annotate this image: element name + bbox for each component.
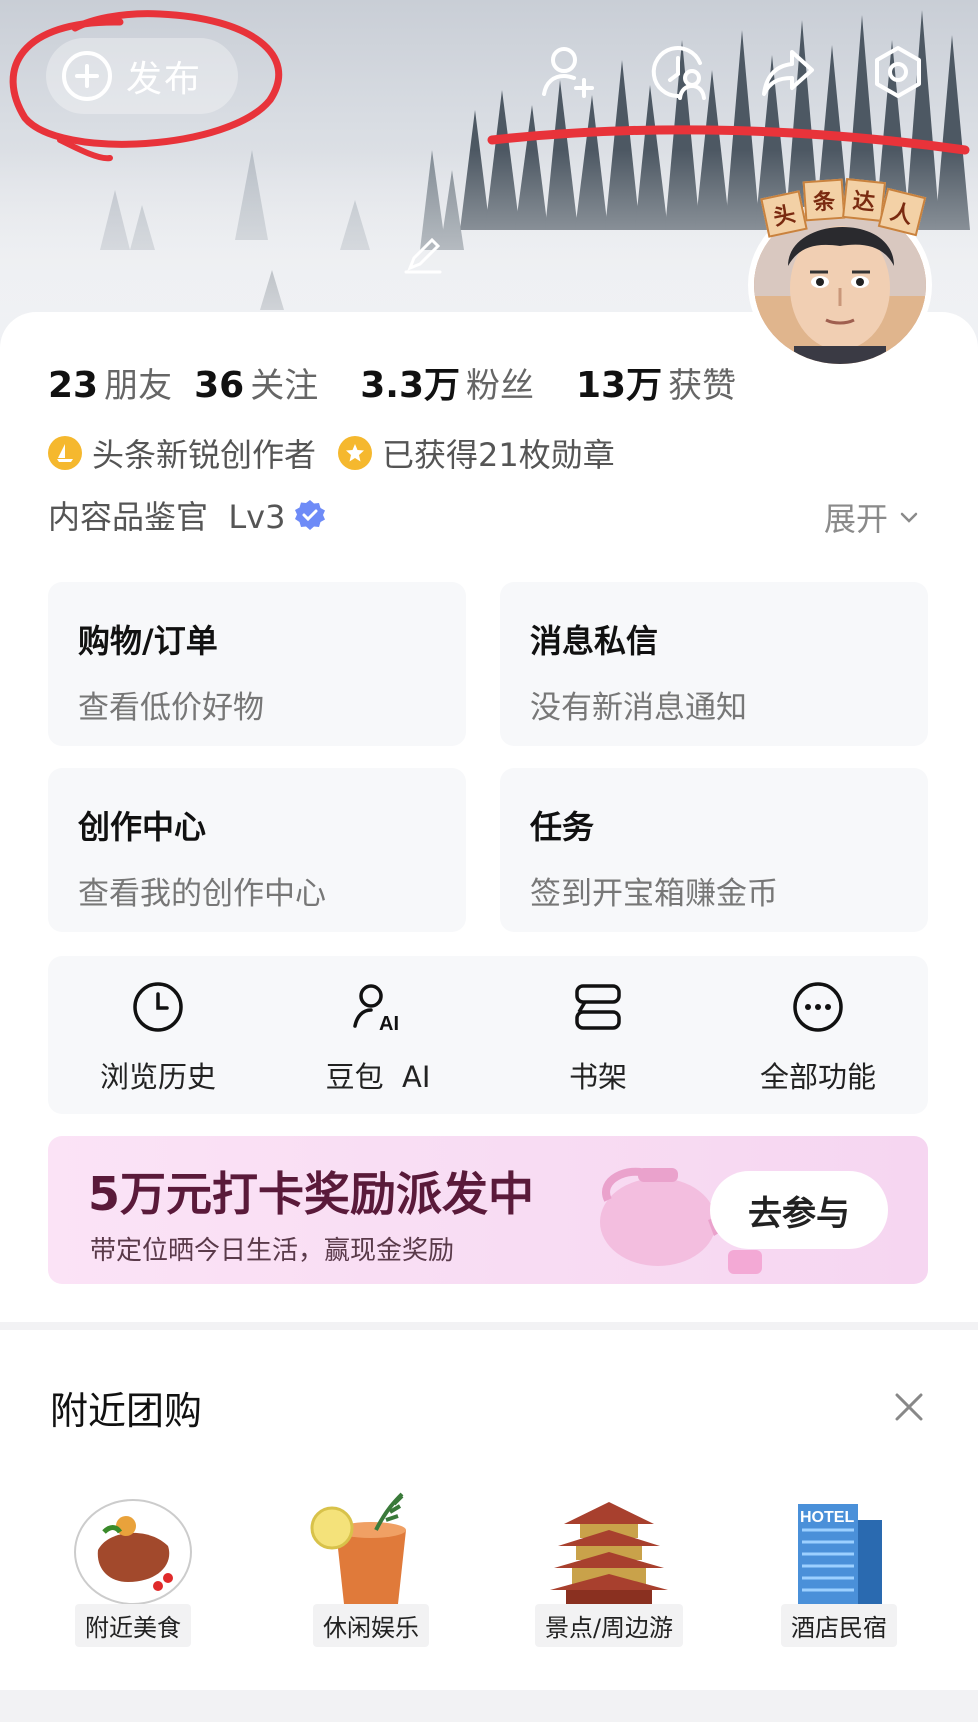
avatar-tag-char: 头 bbox=[760, 190, 808, 238]
stat-number: 23 bbox=[48, 365, 99, 406]
promo-banner[interactable]: 5万元打卡奖励派发中 带定位晒今日生活，赢现金奖励 去参与 bbox=[48, 1136, 928, 1284]
shortcut-label: 书架 bbox=[568, 1060, 627, 1094]
svg-text:AI: AI bbox=[379, 1013, 399, 1034]
shortcut-label: 全部功能 bbox=[759, 1060, 876, 1094]
nearby-item-scenic[interactable]: 景点/周边游 bbox=[534, 1490, 684, 1647]
publish-label: 发布 bbox=[126, 59, 203, 100]
tile-tasks[interactable]: 任务 签到开宝箱赚金币 bbox=[500, 768, 928, 932]
tile-title: 购物/订单 bbox=[78, 622, 218, 660]
nearby-item-label: 休闲娱乐 bbox=[313, 1604, 429, 1647]
section-title: 附近团购 bbox=[50, 1389, 203, 1433]
food-icon bbox=[74, 1499, 192, 1605]
tile-title: 消息私信 bbox=[530, 622, 659, 660]
level-row[interactable]: 内容品鉴官 Lv3 bbox=[48, 492, 327, 538]
settings-icon[interactable] bbox=[868, 42, 928, 102]
creator-badge[interactable]: 头条新锐创作者 bbox=[92, 430, 316, 476]
pagoda-icon bbox=[550, 1502, 668, 1608]
nearby-group-buy: 附近团购 附近美食 休闲娱乐 景点/周边游 HOTEL 酒店民宿 bbox=[0, 1330, 978, 1690]
stat-friends[interactable]: 23 朋友 bbox=[48, 358, 172, 407]
shortcut-bookshelf[interactable]: 书架 bbox=[488, 956, 708, 1114]
nearby-item-label: 附近美食 bbox=[75, 1604, 191, 1647]
add-friend-icon[interactable] bbox=[538, 42, 598, 102]
stat-unit: 获赞 bbox=[668, 366, 737, 406]
stat-likes[interactable]: 13万 获赞 bbox=[576, 356, 736, 408]
nearby-item-label: 景点/周边游 bbox=[534, 1604, 684, 1647]
edit-cover-icon[interactable] bbox=[400, 232, 446, 278]
sailboat-badge-icon bbox=[48, 436, 82, 470]
stat-fans[interactable]: 3.3万 粉丝 bbox=[360, 356, 534, 408]
avatar-tag-char: 条 bbox=[802, 178, 846, 222]
stat-number: 3.3万 bbox=[360, 365, 460, 406]
shortcut-all-features[interactable]: 全部功能 bbox=[708, 956, 928, 1114]
medal-badge-icon bbox=[338, 436, 373, 470]
tile-subtitle: 查看我的创作中心 bbox=[78, 876, 326, 912]
drink-icon bbox=[310, 1492, 406, 1604]
verified-icon bbox=[295, 500, 326, 530]
shortcut-doubao-ai[interactable]: AI 豆包 AI bbox=[268, 956, 488, 1114]
stat-following[interactable]: 36 关注 bbox=[194, 358, 318, 407]
tile-subtitle: 没有新消息通知 bbox=[530, 690, 747, 726]
stat-unit: 粉丝 bbox=[466, 366, 534, 406]
tile-creator-center[interactable]: 创作中心 查看我的创作中心 bbox=[48, 768, 466, 932]
tile-title: 任务 bbox=[530, 808, 595, 846]
tile-subtitle: 查看低价好物 bbox=[78, 690, 264, 726]
close-icon[interactable] bbox=[892, 1390, 926, 1424]
ai-assistant-icon: AI bbox=[353, 984, 399, 1034]
stats-row: 23 朋友 36 关注 3.3万 粉丝 13万 获赞 bbox=[48, 356, 758, 408]
nearby-item-label: 酒店民宿 bbox=[781, 1604, 897, 1647]
tile-messages[interactable]: 消息私信 没有新消息通知 bbox=[500, 582, 928, 746]
stat-unit: 关注 bbox=[250, 366, 319, 406]
publish-button[interactable]: 发布 bbox=[46, 38, 238, 114]
tile-title: 创作中心 bbox=[78, 808, 207, 846]
clock-icon bbox=[133, 982, 183, 1032]
chevron-down-icon bbox=[900, 512, 918, 523]
plus-circle-icon bbox=[62, 51, 112, 101]
stat-number: 36 bbox=[194, 365, 245, 406]
promo-subtitle: 带定位晒今日生活，赢现金奖励 bbox=[90, 1236, 455, 1266]
level-text: 内容品鉴官 Lv3 bbox=[48, 498, 286, 536]
expand-button[interactable]: 展开 bbox=[824, 494, 922, 540]
more-icon bbox=[793, 982, 843, 1032]
nearby-item-hotel[interactable]: HOTEL 酒店民宿 bbox=[764, 1490, 914, 1647]
stat-unit: 朋友 bbox=[104, 366, 173, 406]
shortcut-label: 豆包 AI bbox=[325, 1060, 431, 1094]
stat-number: 13万 bbox=[576, 365, 663, 406]
badges-row: 头条新锐创作者 已获得21枚勋章 bbox=[48, 430, 615, 476]
nearby-item-food[interactable]: 附近美食 bbox=[58, 1490, 208, 1647]
medals-count[interactable]: 已获得21枚勋章 bbox=[382, 430, 615, 476]
share-icon[interactable] bbox=[758, 42, 818, 102]
bookshelf-icon bbox=[575, 984, 621, 1030]
visitors-icon[interactable] bbox=[648, 42, 708, 102]
avatar[interactable]: 头 条 达 人 bbox=[748, 178, 932, 370]
shortcut-history[interactable]: 浏览历史 bbox=[48, 956, 268, 1114]
shortcut-label: 浏览历史 bbox=[99, 1060, 216, 1094]
promo-join-button[interactable]: 去参与 bbox=[710, 1171, 888, 1249]
svg-text:HOTEL: HOTEL bbox=[800, 1509, 854, 1526]
expand-label: 展开 bbox=[823, 500, 888, 538]
tile-shopping-orders[interactable]: 购物/订单 查看低价好物 bbox=[48, 582, 466, 746]
hotel-icon: HOTEL bbox=[798, 1504, 882, 1608]
tile-subtitle: 签到开宝箱赚金币 bbox=[530, 876, 778, 912]
nearby-item-leisure[interactable]: 休闲娱乐 bbox=[296, 1490, 446, 1647]
promo-title: 5万元打卡奖励派发中 bbox=[88, 1167, 535, 1221]
shortcuts-bar: 浏览历史 AI 豆包 AI 书架 全部功能 bbox=[48, 956, 928, 1114]
